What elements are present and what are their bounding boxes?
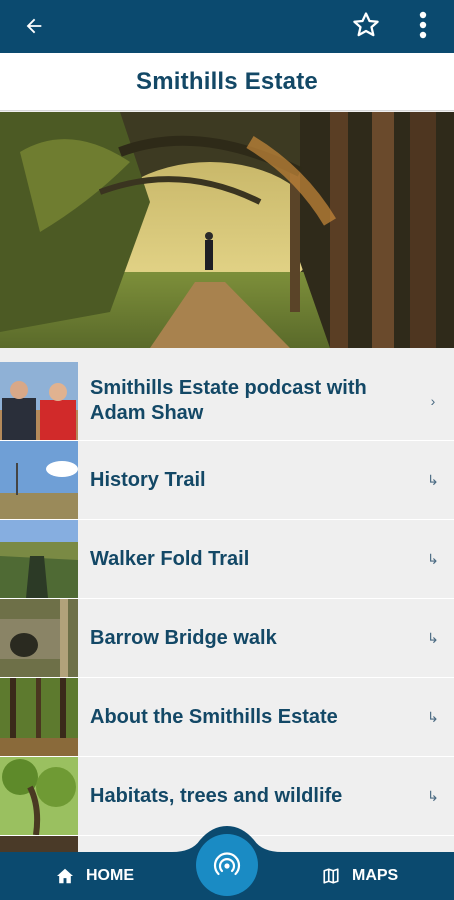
nfc-signal-icon <box>213 852 241 876</box>
maps-nav-label: MAPS <box>352 867 399 884</box>
list-item-about-estate[interactable]: About the Smithills Estate ↳ <box>0 678 454 757</box>
top-app-bar <box>0 0 454 53</box>
more-vertical-icon <box>419 11 427 39</box>
list-item-podcast[interactable]: Smithills Estate podcast with Adam Shaw … <box>0 362 454 441</box>
home-nav-button[interactable]: HOME <box>56 852 134 900</box>
return-arrow-icon: ↳ <box>427 471 439 488</box>
list-item-label: History Trail <box>90 468 206 491</box>
list-item-barrow-bridge-walk[interactable]: Barrow Bridge walk ↳ <box>0 599 454 678</box>
back-button[interactable] <box>18 10 50 42</box>
partial-thumbnail <box>0 836 78 852</box>
barrow-bridge-thumbnail <box>0 599 78 677</box>
list-item-history-trail[interactable]: History Trail ↳ <box>0 441 454 520</box>
hero-image <box>0 112 454 348</box>
list-item-label: Walker Fold Trail <box>90 547 250 570</box>
arrow-left-icon <box>26 18 42 34</box>
habitats-thumbnail <box>0 757 78 835</box>
home-icon <box>56 868 74 884</box>
content-list: Smithills Estate podcast with Adam Shaw … <box>0 362 454 852</box>
more-options-button[interactable] <box>408 8 438 42</box>
title-bar: Smithills Estate <box>0 53 454 111</box>
star-outline-icon <box>353 12 379 37</box>
favorite-button[interactable] <box>349 8 383 42</box>
walker-fold-thumbnail <box>0 520 78 598</box>
return-arrow-icon: ↳ <box>427 708 439 725</box>
return-arrow-icon: ↳ <box>427 787 439 804</box>
history-trail-thumbnail <box>0 441 78 519</box>
podcast-thumbnail <box>0 362 78 440</box>
nearby-beacon-button[interactable] <box>196 834 258 896</box>
maps-nav-button[interactable]: MAPS <box>322 852 398 900</box>
list-item-label: About the Smithills Estate <box>90 705 338 728</box>
list-item-label: Smithills Estate podcast with Adam Shaw <box>90 377 367 424</box>
return-arrow-icon: ↳ <box>427 550 439 567</box>
woodland-path-photo <box>0 112 454 348</box>
page-title: Smithills Estate <box>136 67 318 95</box>
map-icon <box>322 867 340 885</box>
chevron-right-icon: › <box>430 393 436 409</box>
list-item-walker-fold-trail[interactable]: Walker Fold Trail ↳ <box>0 520 454 599</box>
return-arrow-icon: ↳ <box>427 629 439 646</box>
list-item-label: Barrow Bridge walk <box>90 626 277 649</box>
home-nav-label: HOME <box>86 867 134 884</box>
about-estate-thumbnail <box>0 678 78 756</box>
